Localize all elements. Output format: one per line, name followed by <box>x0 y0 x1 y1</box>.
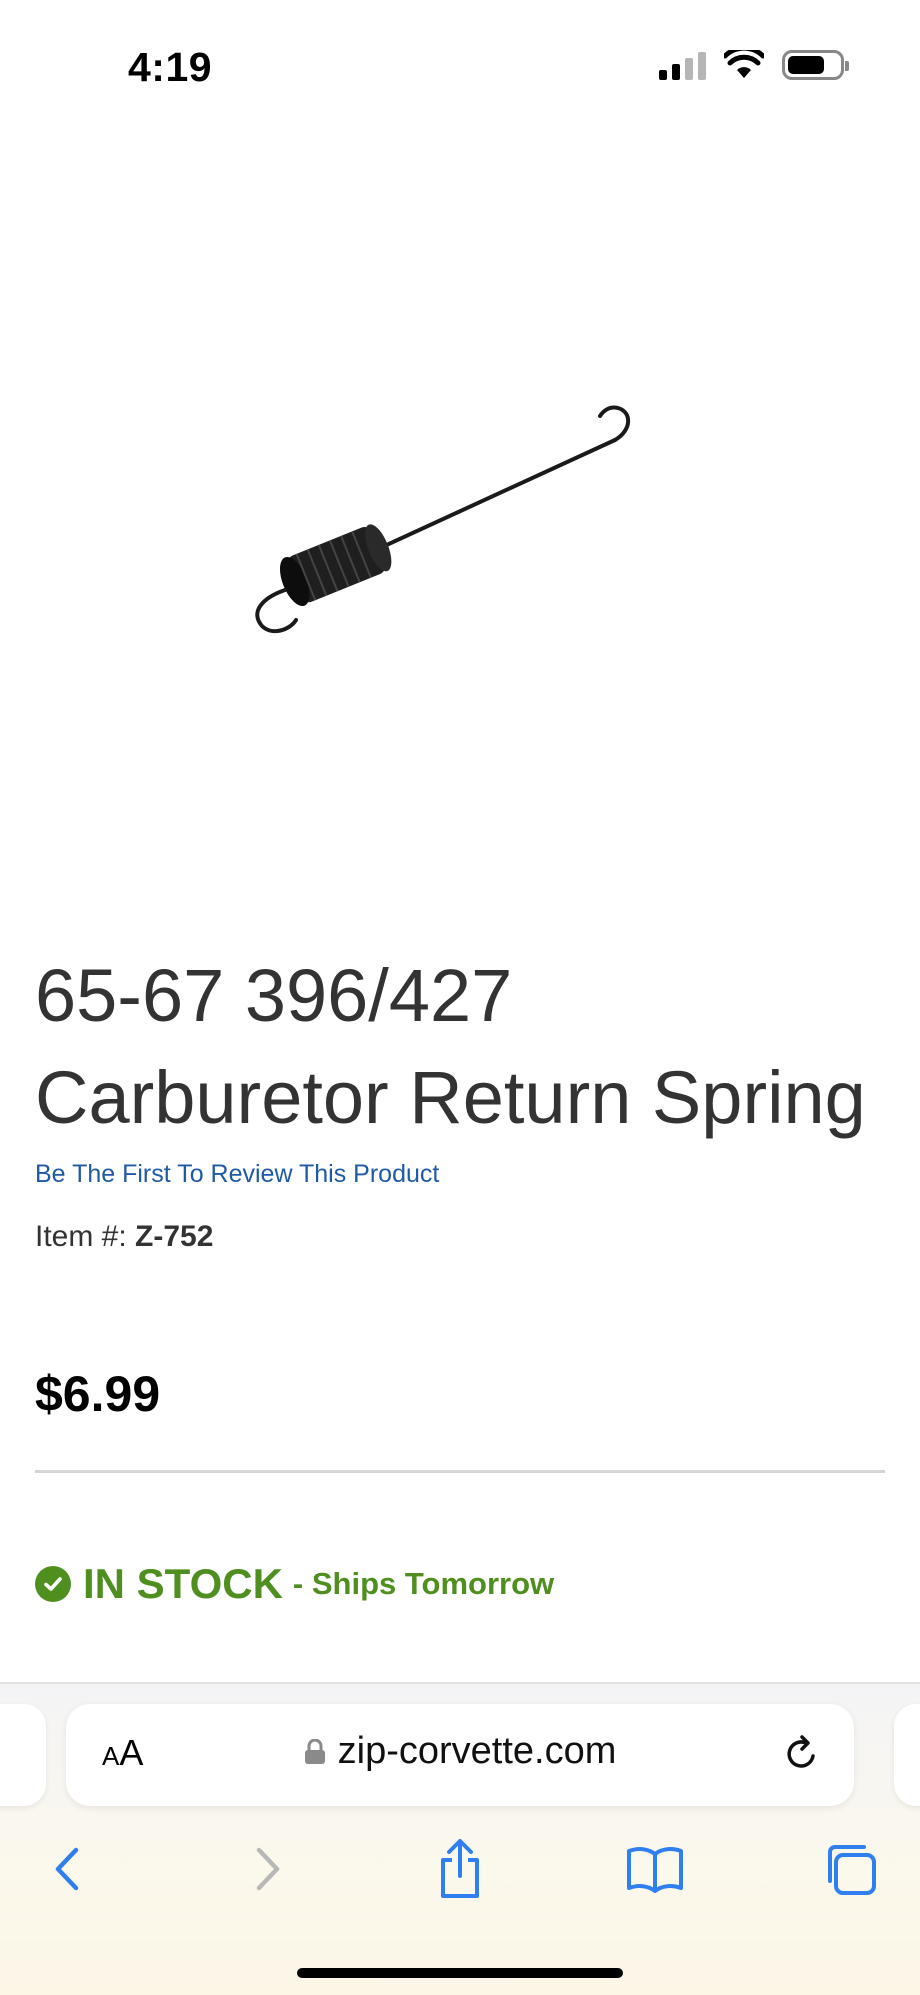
tabs-button[interactable] <box>815 1834 885 1904</box>
spring-icon <box>255 405 631 634</box>
home-indicator <box>297 1968 623 1978</box>
divider <box>35 1470 885 1473</box>
status-icons <box>659 50 849 80</box>
battery-icon <box>782 50 849 80</box>
in-stock-label: IN STOCK <box>83 1560 283 1607</box>
back-button[interactable] <box>33 1834 103 1904</box>
review-link[interactable]: Be The First To Review This Product <box>35 1160 439 1189</box>
item-number-value: Z-752 <box>135 1220 214 1253</box>
bookmarks-icon <box>627 1847 683 1893</box>
previous-tab-peek[interactable] <box>0 1704 46 1806</box>
stock-status: IN STOCK - Ships Tomorrow <box>35 1560 554 1608</box>
product-price: $6.99 <box>35 1366 161 1422</box>
cellular-signal-icon <box>659 50 706 80</box>
next-tab-peek[interactable] <box>894 1704 920 1806</box>
wifi-icon <box>724 50 764 78</box>
status-bar: 4:19 <box>0 0 920 130</box>
lock-icon <box>304 1738 325 1764</box>
product-title: 65-67 396/427 Carburetor Return Spring <box>35 945 895 1149</box>
browser-chrome: AA zip-corvette.com <box>0 1682 920 1995</box>
share-button[interactable] <box>425 1834 495 1904</box>
back-icon <box>55 1847 79 1891</box>
item-number-label: Item #: <box>35 1220 136 1253</box>
shipping-label: - Ships Tomorrow <box>292 1566 555 1601</box>
address-bar[interactable]: AA zip-corvette.com <box>66 1704 854 1806</box>
tabs-icon <box>828 1845 876 1895</box>
url-text: zip-corvette.com <box>337 1730 617 1772</box>
check-circle-icon <box>35 1566 71 1602</box>
product-title-line2: Carburetor Return Spring <box>35 1056 866 1139</box>
reload-icon[interactable] <box>780 1732 824 1776</box>
bookmarks-button[interactable] <box>620 1834 690 1904</box>
status-time: 4:19 <box>128 44 213 90</box>
forward-button[interactable] <box>232 1834 302 1904</box>
url-group[interactable]: zip-corvette.com <box>66 1730 854 1773</box>
browser-toolbar <box>0 1834 920 1914</box>
product-title-line1: 65-67 396/427 <box>35 954 513 1037</box>
item-number: Item #: Z-752 <box>35 1220 213 1254</box>
share-icon <box>441 1839 479 1898</box>
forward-icon <box>256 1847 280 1891</box>
